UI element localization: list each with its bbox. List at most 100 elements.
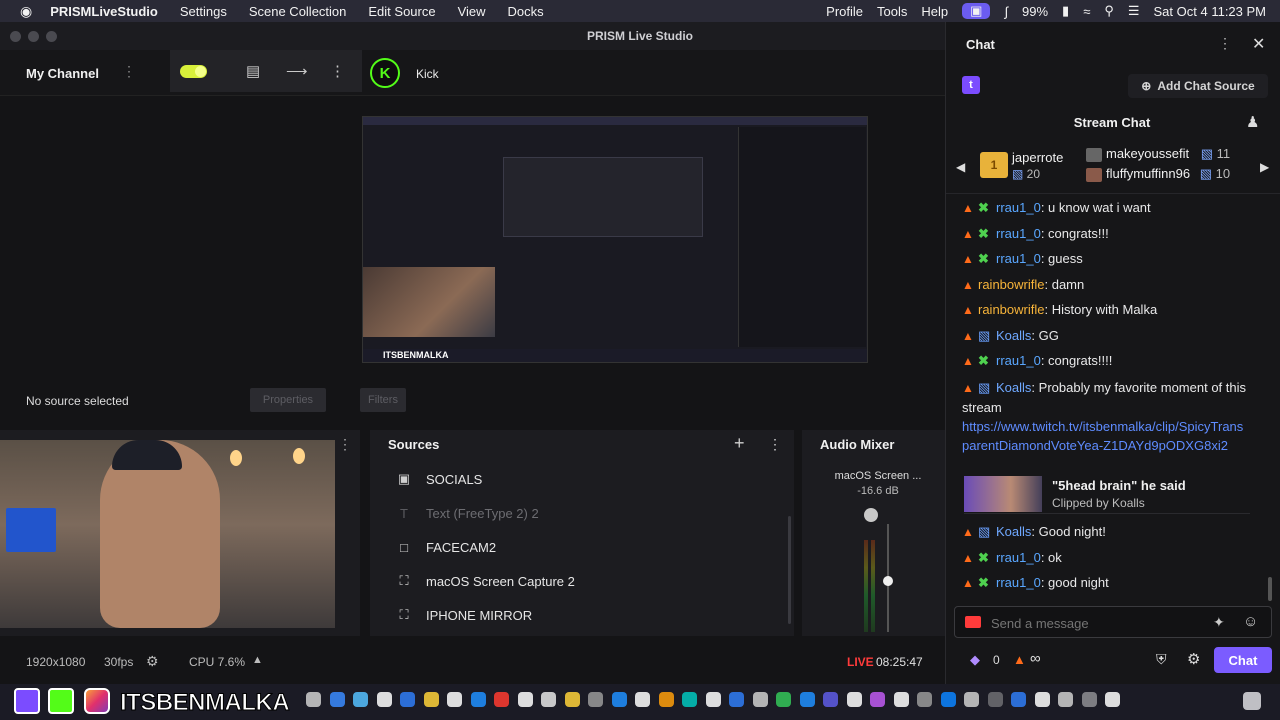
dock-app-icon[interactable] (470, 692, 486, 707)
dock-app-icon[interactable] (611, 692, 627, 707)
chat-username[interactable]: rrau1_0 (996, 200, 1041, 215)
menu-item-tools[interactable]: Tools (877, 4, 907, 19)
chat-more-icon[interactable]: ⋮ (1218, 35, 1232, 52)
dock-app-icon[interactable] (517, 692, 533, 707)
share-icon[interactable]: ⟶ (286, 62, 308, 80)
mute-toggle[interactable] (864, 508, 878, 522)
menu-item-settings[interactable]: Settings (180, 4, 227, 19)
channel-more-icon[interactable]: ⋮ (122, 63, 136, 80)
dock-app-icon[interactable] (964, 692, 979, 707)
chat-username[interactable]: rrau1_0 (996, 226, 1041, 241)
dock-app-icon[interactable] (940, 692, 956, 707)
camera-icon[interactable] (965, 616, 981, 628)
control-center-icon[interactable]: ☰ (1128, 3, 1140, 19)
source-item[interactable]: ⛶ IPHONE MIRROR (396, 598, 532, 632)
bluetooth-icon[interactable]: ∫ (1004, 4, 1008, 19)
clip-link[interactable]: https://www.twitch.tv/itsbenmalka/clip/S… (962, 417, 1248, 455)
dock-app-icon[interactable] (846, 692, 862, 707)
chat-username[interactable]: rainbowrifle (978, 302, 1044, 317)
emoji-icon[interactable]: ☺ (1243, 613, 1258, 630)
dock-app-icon[interactable] (1011, 692, 1026, 707)
dock-app-icon[interactable] (658, 692, 674, 707)
kick-logo-icon[interactable]: K (370, 58, 400, 88)
toolbar-more-icon[interactable]: ⋮ (330, 62, 345, 80)
chat-username[interactable]: Koalls (996, 328, 1031, 343)
dock-app-icon[interactable] (1081, 692, 1097, 707)
dock-app-icon[interactable] (1105, 692, 1120, 707)
diamond-icon[interactable]: ◆ (970, 652, 980, 668)
chat-username[interactable]: rrau1_0 (996, 575, 1041, 590)
chat-username[interactable]: rrau1_0 (996, 550, 1041, 565)
dock-app-icon[interactable] (682, 692, 697, 707)
chat-send-button[interactable]: Chat (1214, 647, 1272, 673)
chat-username[interactable]: Koalls (996, 524, 1031, 539)
gear-icon[interactable]: ⚙ (146, 653, 159, 670)
dock-app-icon[interactable] (893, 692, 909, 707)
sparkle-icon[interactable]: ✦ (1213, 614, 1225, 631)
users-icon[interactable]: ♟ (1246, 113, 1259, 131)
dock-app-icon[interactable] (870, 692, 885, 707)
trash-icon[interactable] (1243, 692, 1261, 710)
dock-app-icon[interactable] (1058, 692, 1073, 707)
wifi-icon[interactable]: ≈ (1083, 4, 1090, 19)
chevron-right-icon[interactable]: ▶ (1260, 160, 1269, 174)
menu-item-profile[interactable]: Profile (826, 4, 863, 19)
chat-scrollbar[interactable] (1268, 577, 1272, 601)
dock-app-icon[interactable] (447, 692, 462, 707)
source-item[interactable]: ⛶ macOS Screen Capture 2 (396, 564, 574, 598)
dock-app-icon[interactable] (705, 692, 721, 707)
dock-app-icon[interactable] (329, 692, 345, 707)
dock-app-icon[interactable] (776, 692, 791, 707)
message-input[interactable] (991, 613, 1211, 633)
chevron-up-icon[interactable]: ▲ (252, 654, 263, 666)
dock-app-icon[interactable] (987, 692, 1003, 707)
dock-app-icon[interactable] (635, 692, 650, 707)
source-item[interactable]: T Text (FreeType 2) 2 (396, 496, 539, 530)
scenes-more-icon[interactable]: ⋮ (338, 436, 352, 453)
chat-settings-icon[interactable]: ⚙ (1187, 650, 1200, 668)
screen-share-icon[interactable]: ▣ (962, 3, 991, 19)
menu-item-scene-collection[interactable]: Scene Collection (249, 4, 347, 19)
add-chat-source-button[interactable]: ⊕ Add Chat Source (1128, 74, 1268, 98)
shield-icon[interactable]: ⛨ (1156, 651, 1167, 668)
dock-app-icon[interactable] (752, 692, 768, 707)
live-toggle[interactable] (180, 65, 207, 78)
search-icon[interactable]: ⚲ (1104, 3, 1114, 19)
menu-item-help[interactable]: Help (921, 4, 948, 19)
dock-app-icon[interactable] (400, 692, 415, 707)
dock-app-icon[interactable] (423, 692, 439, 707)
message-input-box[interactable]: ✦ ☺ (954, 606, 1272, 638)
filters-button[interactable]: Filters (360, 388, 406, 412)
menu-item-view[interactable]: View (458, 4, 486, 19)
preview-canvas[interactable]: ITSBENMALKA (362, 116, 868, 363)
menu-item-docks[interactable]: Docks (508, 4, 544, 19)
sources-scrollbar[interactable] (788, 516, 791, 624)
source-item[interactable]: ▣ SOCIALS (396, 462, 483, 496)
source-item[interactable]: □ FACECAM2 (396, 530, 496, 564)
close-chat-icon[interactable]: ✕ (1252, 34, 1265, 54)
app-menu[interactable]: PRISMLiveStudio (50, 4, 158, 19)
chevron-left-icon[interactable]: ◀ (956, 160, 965, 174)
dock-app-icon[interactable] (494, 692, 509, 707)
dock-app-icon[interactable] (1034, 692, 1050, 707)
dock-app-icon[interactable] (917, 692, 932, 707)
dock-app-icon[interactable] (729, 692, 744, 707)
chat-username[interactable]: rrau1_0 (996, 251, 1041, 266)
add-source-icon[interactable]: + (734, 433, 745, 454)
sources-more-icon[interactable]: ⋮ (768, 436, 782, 453)
clip-card[interactable]: "5head brain" he said Clipped by Koalls (964, 476, 1250, 514)
dock-app-icon[interactable] (353, 692, 368, 707)
dock-app-icon[interactable] (799, 692, 815, 707)
volume-slider-handle[interactable] (883, 576, 893, 586)
properties-button[interactable]: Properties (250, 388, 326, 412)
dock-app-icon[interactable] (588, 692, 603, 707)
menu-item-edit-source[interactable]: Edit Source (368, 4, 435, 19)
battery-icon[interactable]: ▮ (1062, 3, 1069, 19)
dock-app-icon[interactable] (564, 692, 580, 707)
apple-icon[interactable]: ◉ (20, 3, 32, 20)
notes-icon[interactable]: ▤ (246, 62, 260, 80)
dock-app-icon[interactable] (376, 692, 392, 707)
dock-app-icon[interactable] (541, 692, 556, 707)
twitch-icon[interactable]: t (962, 76, 980, 94)
chat-username[interactable]: rrau1_0 (996, 353, 1041, 368)
